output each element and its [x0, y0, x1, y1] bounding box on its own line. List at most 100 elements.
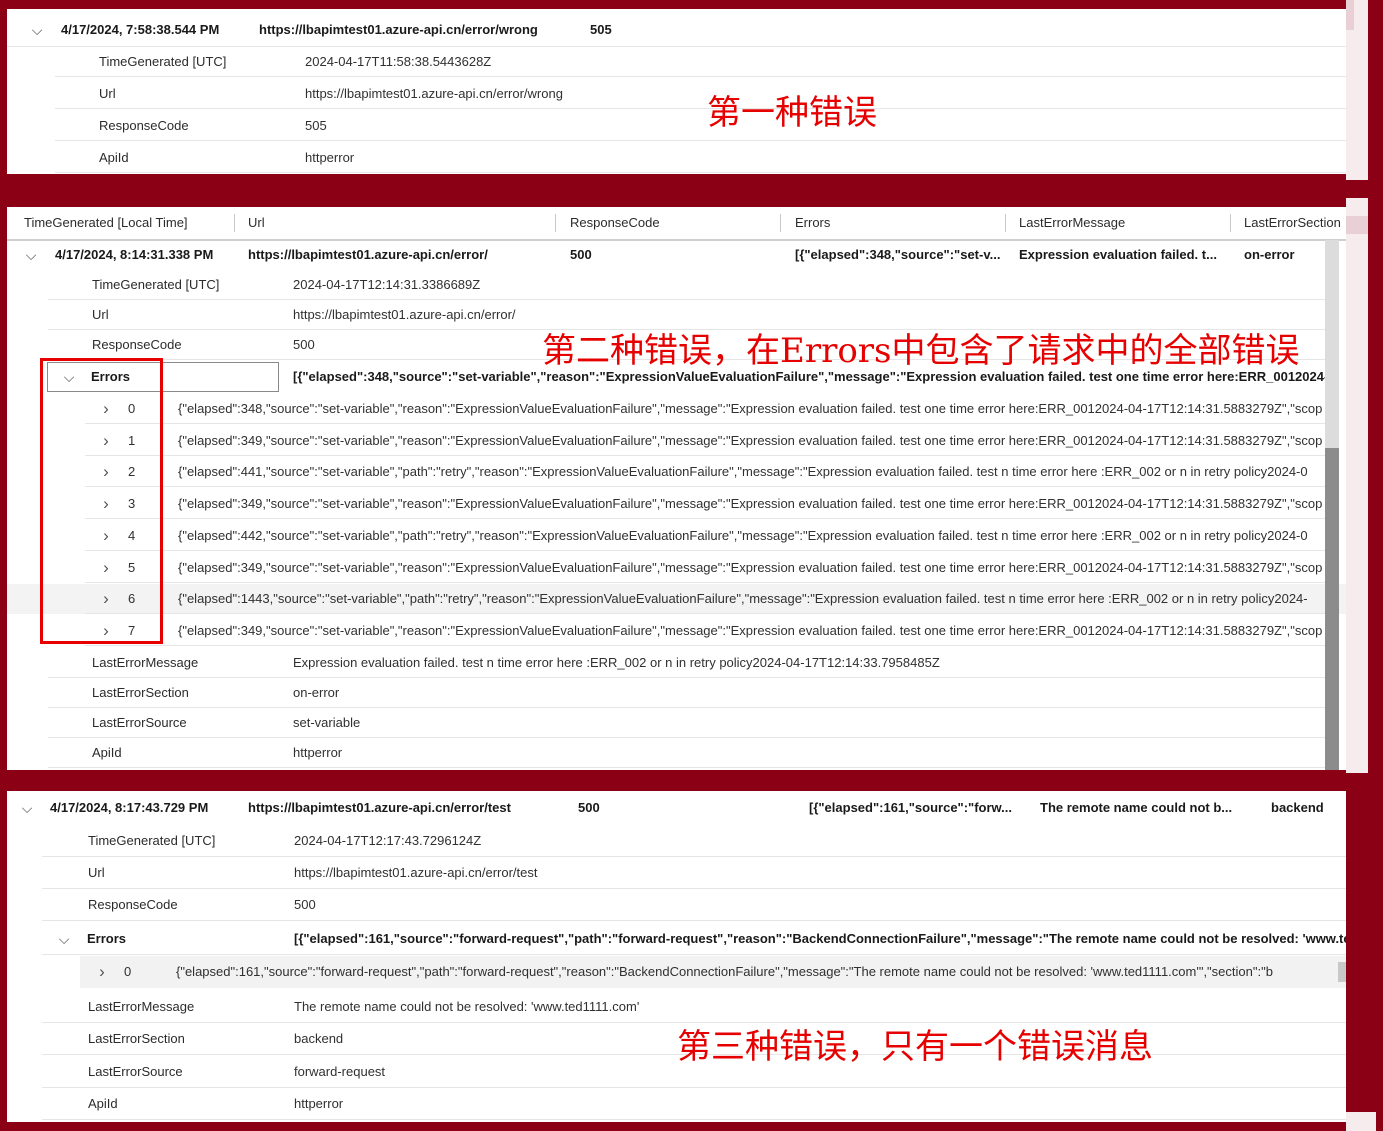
column-separator[interactable] — [1005, 214, 1006, 232]
summary-row[interactable]: 4/17/2024, 8:14:31.338 PM https://lbapim… — [7, 240, 1346, 270]
field-key: TimeGenerated [UTC] — [88, 833, 216, 848]
detail-row: Url https://lbapimtest01.azure-api.cn/err… — [7, 79, 1346, 109]
error-item-text[interactable]: {"elapsed":349,"source":"set-variable","… — [178, 489, 1322, 519]
summary-errors: [{"elapsed":161,"source":"forw... — [809, 800, 1013, 815]
summary-code: 500 — [570, 247, 592, 262]
field-key: ApiId — [88, 1096, 118, 1111]
detail-row: ApiId httperror — [7, 143, 1346, 173]
field-value[interactable]: set-variable — [293, 708, 360, 738]
column-separator[interactable] — [234, 214, 235, 232]
error-item-clip: {"elapsed":349,"source":"set-variable","… — [178, 616, 1325, 646]
column-separator[interactable] — [780, 214, 781, 232]
field-key: ApiId — [99, 150, 129, 165]
summary-url: https://lbapimtest01.azure-api.cn/error/… — [259, 22, 538, 37]
field-value[interactable]: httperror — [294, 1088, 343, 1120]
detail-row: TimeGenerated [UTC] 2024-04-17T12:17:43.7… — [7, 825, 1346, 857]
column-header-lasterrorsection[interactable]: LastErrorSection — [1244, 207, 1341, 239]
errors-row[interactable]: Errors [{"elapsed":161,"source":"forward-… — [7, 923, 1346, 955]
error-item-text[interactable]: {"elapsed":441,"source":"set-variable","… — [178, 457, 1308, 487]
chevron-down-icon[interactable] — [29, 15, 45, 46]
summary-row[interactable]: 4/17/2024, 8:17:43.729 PM https://lbapim… — [7, 793, 1346, 823]
field-value[interactable]: 505 — [305, 111, 327, 141]
detail-row: TimeGenerated [UTC] 2024-04-17T11:58:38.5… — [7, 47, 1346, 77]
column-separator[interactable] — [555, 214, 556, 232]
error-item-row[interactable]: 4{"elapsed":442,"source":"set-variable",… — [7, 521, 1346, 551]
summary-url: https://lbapimtest01.azure-api.cn/error/… — [248, 800, 511, 815]
field-value[interactable]: 2024-04-17T12:17:43.7296124Z — [294, 825, 481, 857]
field-key: LastErrorMessage — [92, 655, 199, 670]
field-value[interactable]: httperror — [305, 143, 354, 173]
field-value[interactable]: 2024-04-17T12:14:31.3386689Z — [293, 270, 480, 300]
annotation-1: 第一种错误 — [707, 93, 877, 133]
summary-time: 4/17/2024, 8:17:43.729 PM — [50, 800, 209, 815]
field-key: Url — [92, 307, 109, 322]
error-item-text[interactable]: {"elapsed":442,"source":"set-variable","… — [178, 521, 1308, 551]
error-item-row[interactable]: 0{"elapsed":348,"source":"set-variable",… — [7, 394, 1346, 424]
field-value[interactable]: https://lbapimtest01.azure-api.cn/error/ — [293, 300, 516, 330]
error-item-row[interactable]: 5{"elapsed":349,"source":"set-variable",… — [7, 553, 1346, 583]
error-item-text[interactable]: {"elapsed":161,"source":"forward-request… — [176, 956, 1273, 988]
column-header-url[interactable]: Url — [248, 207, 265, 239]
field-value[interactable]: The remote name could not be resolved: '… — [294, 991, 639, 1023]
field-value[interactable]: forward-request — [294, 1056, 385, 1088]
log-panel-2: TimeGenerated [Local Time] Url ResponseC… — [7, 207, 1346, 770]
error-item-row[interactable]: 6{"elapsed":1443,"source":"set-variable"… — [7, 584, 1346, 615]
chevron-down-icon[interactable] — [23, 240, 39, 271]
summary-url: https://lbapimtest01.azure-api.cn/error/ — [248, 247, 488, 262]
field-value[interactable]: Expression evaluation failed. test n tim… — [293, 648, 940, 678]
error-item-row[interactable]: 1{"elapsed":349,"source":"set-variable",… — [7, 426, 1346, 456]
field-value[interactable]: 500 — [294, 889, 316, 921]
field-key: LastErrorMessage — [88, 999, 195, 1014]
divider — [85, 549, 1332, 551]
summary-row[interactable]: 4/17/2024, 7:58:38.544 PM https://lbapim… — [7, 15, 1346, 47]
field-key: LastErrorSource — [88, 1064, 183, 1079]
field-key: ApiId — [92, 745, 122, 760]
summary-time: 4/17/2024, 7:58:38.544 PM — [61, 22, 220, 37]
column-header-time[interactable]: TimeGenerated [Local Time] — [24, 207, 188, 239]
chevron-down-icon[interactable] — [19, 793, 35, 824]
detail-row: LastErrorSource set-variable — [7, 708, 1346, 738]
vertical-scrollbar[interactable] — [1325, 240, 1339, 770]
field-value[interactable]: 2024-04-17T11:58:38.5443628Z — [305, 47, 491, 77]
detail-row: ApiId httperror — [7, 738, 1346, 768]
column-header-lasterrormessage[interactable]: LastErrorMessage — [1019, 207, 1125, 239]
chevron-down-icon[interactable] — [56, 923, 72, 956]
column-header-errors[interactable]: Errors — [795, 207, 830, 239]
annotation-2: 第二种错误，在Errors中包含了请求中的全部错误 — [542, 331, 1300, 371]
field-value[interactable]: on-error — [293, 678, 339, 708]
column-separator[interactable] — [1230, 214, 1231, 232]
error-item-text[interactable]: {"elapsed":349,"source":"set-variable","… — [178, 553, 1322, 583]
log-panel-1: 4/17/2024, 7:58:38.544 PM https://lbapim… — [7, 9, 1346, 174]
error-item-row[interactable]: 7{"elapsed":349,"source":"set-variable",… — [7, 616, 1346, 646]
error-item-text[interactable]: {"elapsed":349,"source":"set-variable","… — [178, 426, 1322, 456]
field-value[interactable]: httperror — [293, 738, 342, 768]
error-item-row[interactable]: 0 {"elapsed":161,"source":"forward-reques… — [7, 956, 1346, 988]
field-value[interactable]: https://lbapimtest01.azure-api.cn/error/… — [305, 79, 563, 109]
error-item-row[interactable]: 3{"elapsed":349,"source":"set-variable",… — [7, 489, 1346, 520]
detail-row: ResponseCode 500 — [7, 889, 1346, 921]
error-item-text[interactable]: {"elapsed":1443,"source":"set-variable",… — [178, 584, 1308, 614]
column-header-responsecode[interactable]: ResponseCode — [570, 207, 660, 239]
error-item-row[interactable]: 2{"elapsed":441,"source":"set-variable",… — [7, 457, 1346, 488]
errors-value[interactable]: [{"elapsed":161,"source":"forward-reques… — [294, 923, 1346, 955]
log-panel-3: 4/17/2024, 8:17:43.729 PM https://lbapim… — [7, 791, 1346, 1122]
field-value[interactable]: backend — [294, 1023, 343, 1055]
chevron-right-icon[interactable] — [94, 956, 110, 989]
divider — [85, 581, 1332, 583]
divider — [42, 954, 1346, 955]
divider — [85, 486, 1332, 488]
field-value[interactable]: https://lbapimtest01.azure-api.cn/error/… — [294, 857, 538, 889]
field-key: LastErrorSection — [88, 1031, 185, 1046]
divider — [55, 140, 1346, 141]
edge-strip-2 — [1346, 198, 1368, 773]
detail-row: LastErrorMessage Expression evaluation fa… — [7, 648, 1346, 678]
error-item-text[interactable]: {"elapsed":348,"source":"set-variable","… — [178, 394, 1322, 424]
scrollbar-thumb[interactable] — [1325, 448, 1339, 770]
detail-row: Url https://lbapimtest01.azure-api.cn/err… — [7, 857, 1346, 889]
divider — [85, 454, 1332, 456]
edge-strip-3 — [1346, 1112, 1376, 1131]
field-value[interactable]: 500 — [293, 330, 315, 360]
error-item-index: 0 — [124, 964, 132, 979]
scrollbar-stub[interactable] — [1338, 962, 1346, 982]
error-item-text[interactable]: {"elapsed":349,"source":"set-variable","… — [178, 616, 1322, 646]
